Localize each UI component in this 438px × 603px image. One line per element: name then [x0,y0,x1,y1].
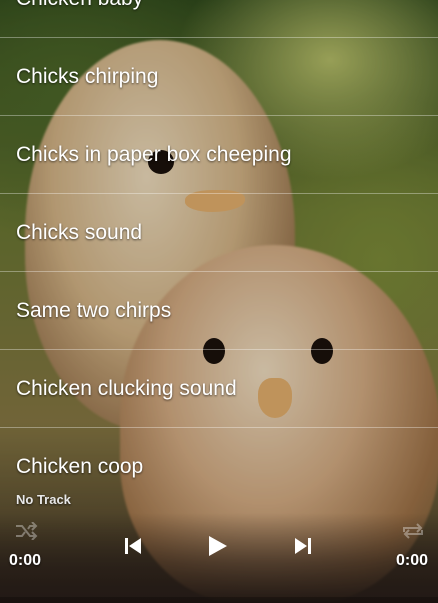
skip-previous-icon [123,536,143,556]
skip-next-icon [293,536,313,556]
player-bar: No Track 0:00 0:00 [0,486,438,603]
playlist: Chicken baby Chicks chirping Chicks in p… [0,0,438,506]
list-item-label: Chicken coop [16,455,144,478]
list-item-label: Same two chirps [16,298,172,322]
list-item[interactable]: Chicks in paper box cheeping [0,116,438,194]
list-item-label: Chicks chirping [16,64,159,88]
play-button[interactable] [200,531,234,561]
list-item[interactable]: Chicken clucking sound [0,350,438,428]
previous-button[interactable] [116,531,150,561]
repeat-icon[interactable] [400,522,426,540]
play-icon [205,534,229,558]
shuffle-icon[interactable] [14,521,40,541]
list-item-label: Chicken clucking sound [16,376,237,400]
list-item[interactable]: Same two chirps [0,272,438,350]
list-item-label: Chicks in paper box cheeping [16,142,292,166]
elapsed-time: 0:00 [9,552,42,569]
list-item[interactable]: Chicks sound [0,194,438,272]
duration-time: 0:00 [395,552,428,569]
track-title: No Track [16,492,71,507]
list-item-label: Chicken baby [16,0,143,11]
list-item-label: Chicks sound [16,220,143,244]
list-item[interactable]: Chicks chirping [0,38,438,116]
list-item[interactable]: Chicken baby [0,0,438,38]
progress-bar[interactable] [0,597,438,603]
next-button[interactable] [286,531,320,561]
